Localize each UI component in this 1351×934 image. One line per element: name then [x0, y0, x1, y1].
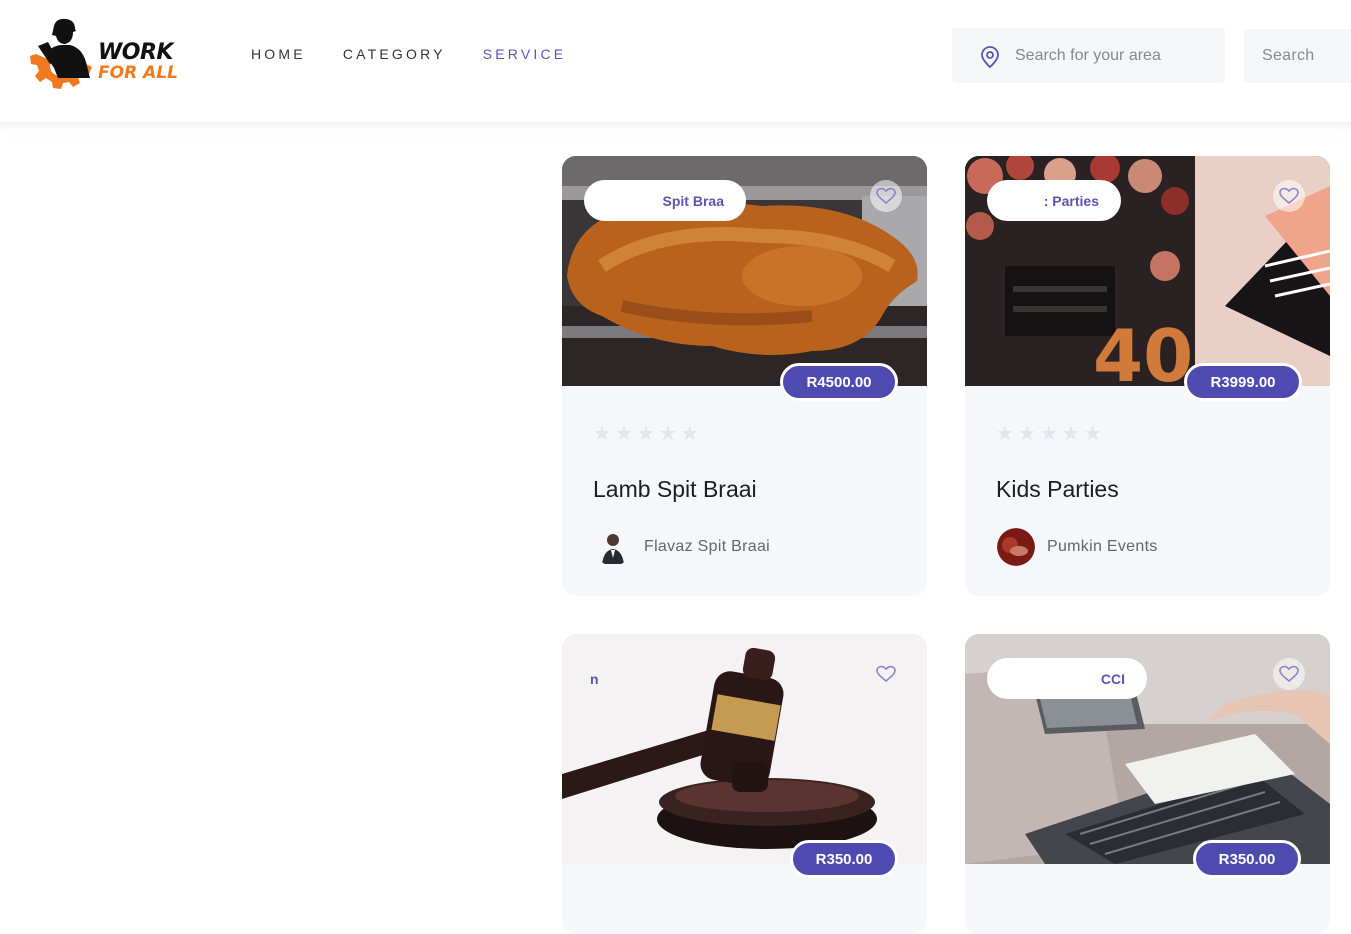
star-icon: ★: [1039, 423, 1058, 445]
category-tag: CCI: [987, 658, 1147, 699]
price-badge: R350.00: [790, 840, 898, 878]
heart-icon: [876, 187, 896, 205]
category-tag: : Parties: [987, 180, 1121, 221]
favorite-button[interactable]: [870, 180, 902, 212]
area-search-input[interactable]: [1015, 28, 1215, 83]
site-header: WORK FOR ALL HOME CATEGORY SERVICE Searc…: [0, 0, 1351, 122]
favorite-button[interactable]: [870, 658, 902, 690]
svg-text:40: 40: [1093, 314, 1193, 386]
search-button[interactable]: Search: [1244, 29, 1351, 83]
service-card[interactable]: 40 : Parties R3999.00 ★ ★ ★ ★ ★ Kids Par…: [965, 156, 1330, 596]
price-badge: R3999.00: [1184, 363, 1302, 401]
star-icon: ★: [680, 423, 699, 445]
provider-name: Pumkin Events: [1047, 538, 1158, 555]
nav-home[interactable]: HOME: [251, 46, 306, 62]
provider-info[interactable]: Pumkin Events: [997, 528, 1158, 566]
location-pin-icon: [981, 46, 999, 69]
star-rating: ★ ★ ★ ★ ★: [593, 424, 699, 444]
heart-icon: [1279, 665, 1299, 683]
service-title[interactable]: Kids Parties: [996, 476, 1119, 503]
header-shadow: [0, 122, 1351, 132]
provider-name: Flavaz Spit Braai: [644, 538, 771, 555]
area-search-box: [952, 28, 1225, 83]
main-nav: HOME CATEGORY SERVICE: [251, 46, 566, 62]
service-card[interactable]: Spit Braa R4500.00 ★ ★ ★ ★ ★ Lamb Spit B…: [562, 156, 927, 596]
category-tag: n: [590, 670, 599, 687]
logo-text-line1: WORK: [98, 40, 173, 65]
provider-avatar: [997, 528, 1035, 566]
star-icon: ★: [614, 423, 633, 445]
site-logo[interactable]: WORK FOR ALL: [28, 16, 198, 98]
star-icon: ★: [658, 423, 677, 445]
star-icon: ★: [636, 423, 655, 445]
worker-logo-icon: [30, 18, 92, 89]
heart-icon: [876, 665, 896, 683]
favorite-button[interactable]: [1273, 658, 1305, 690]
star-icon: ★: [1061, 423, 1080, 445]
provider-avatar: [594, 528, 632, 566]
favorite-button[interactable]: [1273, 180, 1305, 212]
heart-icon: [1279, 187, 1299, 205]
service-card[interactable]: CCI R350.00: [965, 634, 1330, 934]
provider-info[interactable]: Flavaz Spit Braai: [594, 528, 770, 566]
nav-service[interactable]: SERVICE: [483, 46, 567, 62]
star-icon: ★: [593, 423, 611, 445]
star-rating: ★ ★ ★ ★ ★: [996, 424, 1102, 444]
star-icon: ★: [1017, 423, 1036, 445]
category-tag: Spit Braa: [584, 180, 746, 221]
price-badge: R350.00: [1193, 840, 1301, 878]
star-icon: ★: [1083, 423, 1102, 445]
service-title[interactable]: Lamb Spit Braai: [593, 476, 757, 503]
logo-text-line2: FOR ALL: [98, 63, 178, 83]
price-badge: R4500.00: [780, 363, 898, 401]
star-icon: ★: [996, 423, 1014, 445]
nav-category[interactable]: CATEGORY: [343, 46, 446, 62]
service-card[interactable]: n R350.00: [562, 634, 927, 934]
